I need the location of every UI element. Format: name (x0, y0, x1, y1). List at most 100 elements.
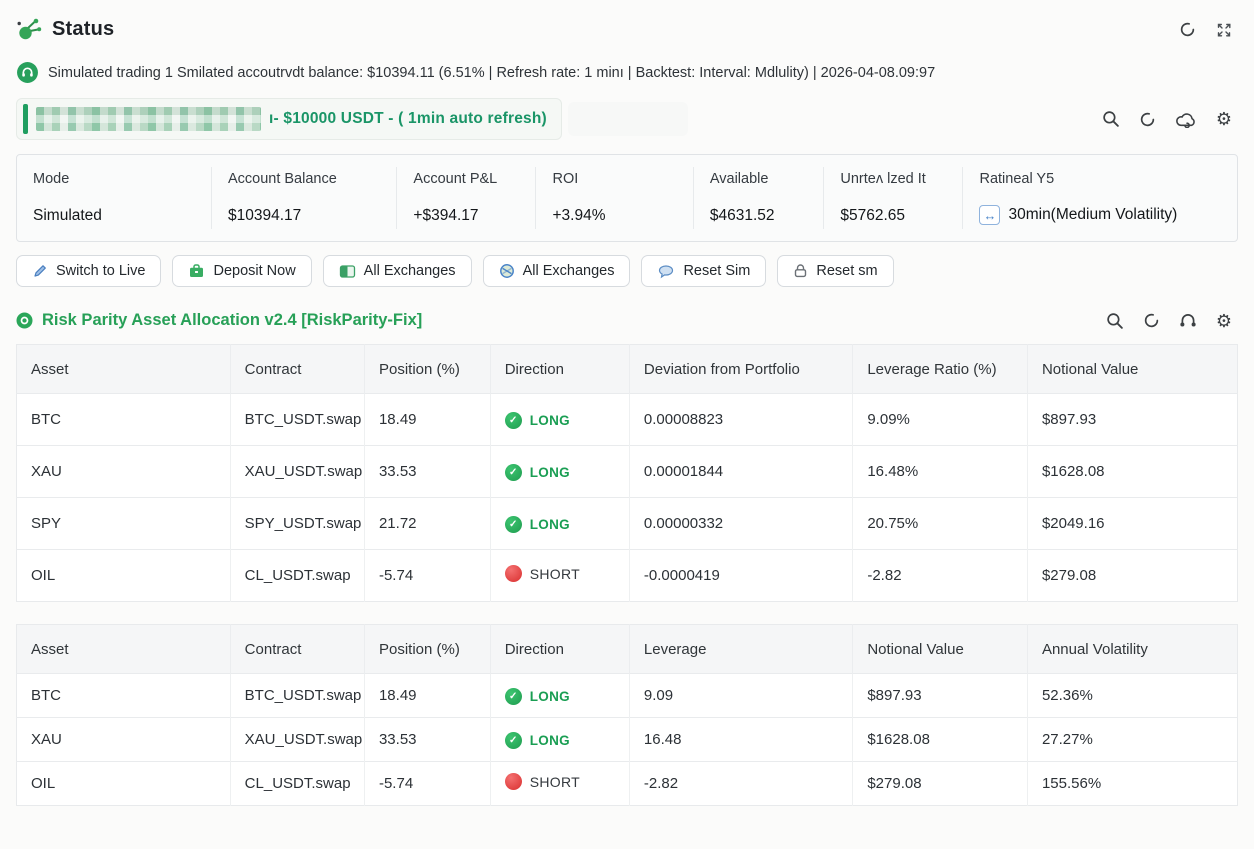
long-check-icon: ✓ (505, 412, 522, 429)
refresh-icon[interactable] (1139, 111, 1156, 128)
status-line: Simulated trading 1 Smilated accoutrvdt … (16, 61, 1238, 84)
search-icon[interactable] (1106, 312, 1124, 330)
headset-icon[interactable] (1179, 312, 1197, 329)
button-label: Switch to Live (56, 263, 145, 279)
direction-badge: ✓LONG (505, 464, 570, 481)
cell-volatility: 155.56% (1027, 762, 1237, 806)
reset-sm-button[interactable]: Reset sm (777, 255, 893, 287)
cell-leverage: 9.09 (629, 674, 852, 718)
cell-asset: BTC (17, 674, 231, 718)
cell-direction: SHORT (490, 762, 629, 806)
cell-position: 33.53 (364, 718, 490, 762)
button-label: All Exchanges (523, 263, 615, 279)
button-label: All Exchanges (364, 263, 456, 279)
stat-value: $10394.17 (228, 207, 380, 225)
cell-asset: XAU (17, 446, 231, 498)
stat-label: Unrteʌ lzed It (840, 171, 946, 187)
cell-direction: ✓LONG (490, 674, 629, 718)
direction-badge: SHORT (505, 773, 580, 790)
stat-label: Available (710, 171, 808, 187)
allocation-table: AssetContractPosition (%)DirectionDeviat… (16, 344, 1238, 602)
expand-icon[interactable] (1216, 22, 1232, 38)
stat-rating: Ratineal Y5 ↔ 30min(Medium Volatility) (962, 167, 1237, 229)
cell-asset: BTC (17, 394, 231, 446)
direction-label: LONG (530, 517, 570, 532)
stat-label: ROI (552, 171, 676, 187)
cell-direction: ✓ LONG (490, 498, 629, 550)
lock-icon (793, 263, 808, 279)
column-header-leverage: Leverage (629, 625, 852, 674)
stat-label: Ratineal Y5 (979, 171, 1221, 187)
stat-available: Available $4631.52 (693, 167, 824, 229)
cell-asset: OIL (17, 762, 231, 806)
table-row-xau: XAUXAU_USDT.swap33.53✓LONG16.48$1628.082… (17, 718, 1238, 762)
cell-deviation: 0.00001844 (629, 446, 852, 498)
strategy-toolbar: ⚙ (1106, 312, 1238, 330)
table-row-btc: BTCBTC_USDT.swap18.49✓LONG0.000088239.09… (17, 394, 1238, 446)
table-row-oil: OILCL_USDT.swap-5.74SHORT-0.0000419-2.82… (17, 550, 1238, 602)
redacted-account-name (36, 107, 261, 131)
all-exchanges-button[interactable]: All Exchanges (323, 255, 472, 287)
cell-contract: SPY_USDT.swap (230, 498, 364, 550)
reset-sim-button[interactable]: Reset Sim (641, 255, 766, 287)
search-icon[interactable] (1102, 110, 1120, 128)
gear-icon[interactable]: ⚙ (1216, 312, 1232, 330)
trading-dashboard: Status Simulated trading 1 Smilated acco… (0, 0, 1254, 806)
cell-deviation: -0.0000419 (629, 550, 852, 602)
button-label: Reset Sim (683, 263, 750, 279)
cell-leverage_ratio: 16.48% (853, 446, 1028, 498)
page-title: Status (52, 18, 114, 41)
all-exchanges-button[interactable]: All Exchanges (483, 255, 631, 287)
direction-badge: ✓ LONG (505, 732, 570, 749)
cell-notional: $897.93 (853, 674, 1028, 718)
account-pill[interactable]: ı- $10000 USDT - ( 1min auto refresh) (16, 98, 562, 140)
cell-leverage_ratio: -2.82 (853, 550, 1028, 602)
cell-direction: SHORT (490, 550, 629, 602)
direction-label: LONG (530, 733, 570, 748)
cell-contract: XAU_USDT.swap (230, 446, 364, 498)
account-toolbar: ⚙ (1102, 110, 1238, 128)
bracket-marker (23, 104, 28, 134)
globe-icon (499, 263, 515, 279)
column-header-notional: Notional Value (1027, 345, 1237, 394)
chat-bubble-icon (657, 264, 675, 279)
gear-icon[interactable]: ⚙ (1216, 110, 1232, 128)
switch-to-live-button[interactable]: Switch to Live (16, 255, 161, 287)
short-dot-icon (505, 565, 522, 582)
range-arrow-icon[interactable]: ↔ (979, 205, 1000, 225)
deposit-now-button[interactable]: Deposit Now (172, 255, 311, 287)
actions-toolbar: Switch to Live Deposit Now All Exchanges Al… (16, 255, 1238, 287)
cell-direction: ✓LONG (490, 394, 629, 446)
cell-position: 33.53 (364, 446, 490, 498)
cell-contract: CL_USDT.swap (230, 550, 364, 602)
status-text: Simulated trading 1 Smilated accoutrvdt … (48, 65, 935, 81)
stat-mode: Mode Simulated (17, 167, 211, 229)
stat-label: Account P&L (413, 171, 519, 187)
table-header-row: AssetContractPosition (%)DirectionLevera… (17, 625, 1238, 674)
cell-asset: SPY (17, 498, 231, 550)
refresh-icon[interactable] (1179, 21, 1196, 38)
cell-leverage: 16.48 (629, 718, 852, 762)
long-check-icon: ✓ (505, 516, 522, 533)
strategy-status-dot-icon (16, 312, 33, 329)
column-header-notional: Notional Value (853, 625, 1028, 674)
stat-label: Mode (33, 171, 195, 187)
refresh-icon[interactable] (1143, 312, 1160, 329)
cell-deviation: 0.00000332 (629, 498, 852, 550)
long-check-icon: ✓ (505, 732, 522, 749)
long-check-icon: ✓ (505, 688, 522, 705)
cell-notional: $1628.08 (1027, 446, 1237, 498)
briefcase-icon (188, 263, 205, 279)
column-header-leverage_ratio: Leverage Ratio (%) (853, 345, 1028, 394)
account-bar: ı- $10000 USDT - ( 1min auto refresh) ⚙ (16, 98, 1238, 140)
direction-badge: ✓LONG (505, 412, 570, 429)
cell-asset: OIL (17, 550, 231, 602)
cell-position: -5.74 (364, 762, 490, 806)
button-label: Reset sm (816, 263, 877, 279)
cloud-icon[interactable] (1175, 111, 1197, 128)
cell-notional: $279.08 (853, 762, 1028, 806)
account-pill-ghost (568, 102, 688, 136)
cell-deviation: 0.00008823 (629, 394, 852, 446)
direction-label: SHORT (530, 774, 580, 790)
cell-position: -5.74 (364, 550, 490, 602)
